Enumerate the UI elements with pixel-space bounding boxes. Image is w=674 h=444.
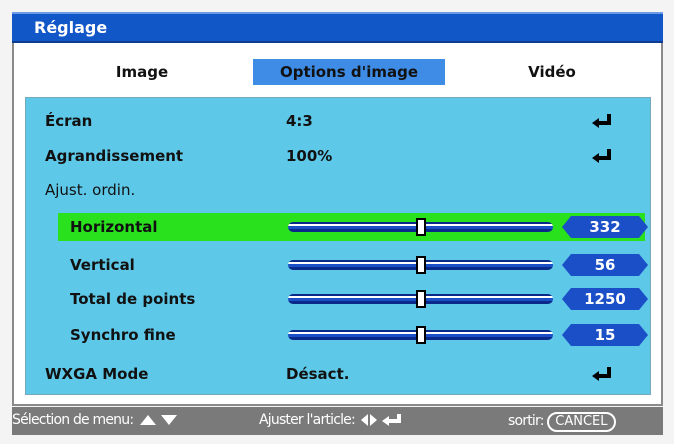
row-horizontal[interactable]: Horizontal 332 — [58, 213, 648, 241]
up-down-arrows-icon — [139, 415, 177, 425]
title-bar: Réglage — [12, 12, 663, 43]
row-total-points[interactable]: Total de points 1250 — [25, 285, 651, 313]
row-ajust-ordin: Ajust. ordin. — [25, 176, 651, 204]
slider-thumb[interactable] — [416, 326, 426, 344]
adjust-label: Ajuster l'article: — [259, 412, 356, 428]
value-badge: 1250 — [562, 288, 648, 310]
tab-video[interactable]: Vidéo — [472, 59, 632, 85]
row-value: 4:3 — [286, 112, 313, 130]
row-agrandissement[interactable]: Agrandissement 100% — [25, 142, 651, 170]
value-badge: 56 — [562, 254, 648, 276]
badge-value: 15 — [594, 326, 616, 344]
badge-value: 332 — [589, 218, 621, 236]
row-label: Vertical — [70, 256, 135, 274]
footer-exit-hint: sortir: CANCEL — [508, 412, 616, 432]
row-synchro-fine[interactable]: Synchro fine 15 — [25, 321, 651, 349]
row-label: Total de points — [70, 290, 196, 308]
row-value: Désact. — [286, 365, 350, 383]
row-value: 100% — [286, 147, 333, 165]
row-label: Horizontal — [70, 218, 158, 236]
row-ecran[interactable]: Écran 4:3 — [25, 107, 651, 135]
synchro-fine-slider[interactable] — [288, 326, 553, 344]
section-heading: Ajust. ordin. — [45, 181, 136, 199]
enter-icon — [592, 367, 611, 381]
row-label: WXGA Mode — [45, 365, 149, 383]
footer-adjust-hint: Ajuster l'article: — [259, 412, 407, 428]
tab-bar: Image Options d'image Vidéo — [12, 59, 663, 85]
help-footer: Sélection de menu: Ajuster l'article: so… — [12, 407, 663, 435]
tab-options-image[interactable]: Options d'image — [253, 59, 445, 85]
slider-thumb[interactable] — [416, 256, 426, 274]
vertical-slider[interactable] — [288, 256, 553, 274]
footer-select-hint: Sélection de menu: — [12, 412, 179, 428]
value-badge: 15 — [562, 324, 648, 346]
row-label: Écran — [45, 112, 93, 130]
window-title: Réglage — [34, 18, 108, 37]
enter-icon — [592, 114, 611, 128]
select-label: Sélection de menu: — [12, 412, 134, 428]
horizontal-slider[interactable] — [288, 218, 553, 236]
row-wxga-mode[interactable]: WXGA Mode Désact. — [25, 360, 651, 388]
cancel-key-icon[interactable]: CANCEL — [547, 412, 616, 432]
slider-thumb[interactable] — [416, 290, 426, 308]
badge-value: 1250 — [584, 290, 626, 308]
row-label: Agrandissement — [45, 147, 184, 165]
total-points-slider[interactable] — [288, 290, 553, 308]
tab-image[interactable]: Image — [62, 59, 222, 85]
row-label: Synchro fine — [70, 326, 176, 344]
left-right-arrows-icon — [360, 413, 401, 426]
row-vertical[interactable]: Vertical 56 — [25, 251, 651, 279]
slider-thumb[interactable] — [416, 218, 426, 236]
value-badge: 332 — [562, 216, 648, 238]
enter-icon — [592, 149, 611, 163]
exit-label: sortir: — [508, 413, 544, 429]
badge-value: 56 — [594, 256, 616, 274]
